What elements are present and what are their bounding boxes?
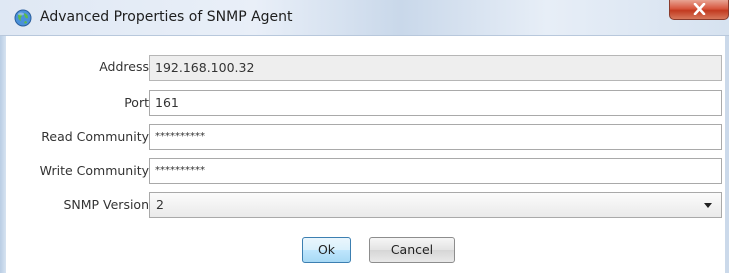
snmp-version-value: 2 [156,197,164,212]
globe-icon [14,9,32,27]
address-field[interactable]: 192.168.100.32 [149,55,722,81]
snmp-version-select[interactable]: 2 [149,192,722,218]
port-field[interactable]: 161 [149,90,722,116]
ok-button[interactable]: Ok [302,237,351,263]
close-button[interactable] [669,0,729,20]
snmp-version-label: SNMP Version [63,197,149,212]
chevron-down-icon[interactable] [704,203,712,208]
dialog-content: Address 192.168.100.32 Port 161 Read Com… [6,36,725,273]
cancel-button[interactable]: Cancel [369,237,455,263]
write-community-field[interactable]: ********** [149,158,722,184]
window-frame-right [725,36,729,273]
port-label: Port [124,95,149,110]
window-title: Advanced Properties of SNMP Agent [40,9,293,25]
close-icon [693,3,706,15]
write-community-label: Write Community [39,163,149,178]
read-community-field[interactable]: ********** [149,124,722,150]
snmp-agent-dialog: Advanced Properties of SNMP Agent Addres… [0,0,729,273]
title-bar[interactable]: Advanced Properties of SNMP Agent [0,0,729,36]
address-label: Address [99,59,149,74]
read-community-label: Read Community [41,129,149,144]
